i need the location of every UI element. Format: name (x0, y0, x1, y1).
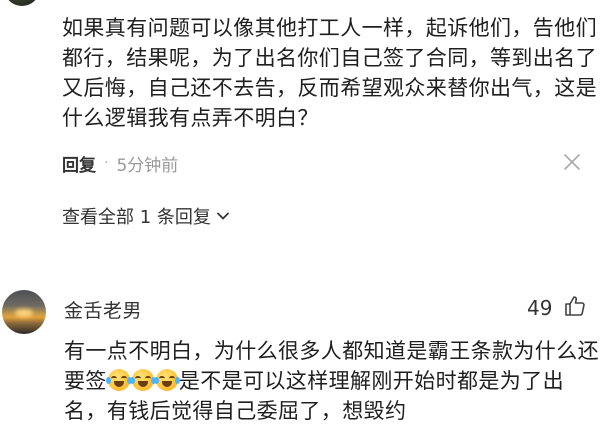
comment-body: 如果真有问题可以像其他打工人一样，起诉他们，告他们 都行，结果呢，为了出名你们自… (62, 13, 597, 133)
comment-line: 要签 是不是可以这样理解刚开始时都是为了出 (64, 366, 599, 396)
timestamp: 5分钟前 (116, 155, 179, 176)
sunset-image (15, 309, 33, 317)
reply-button[interactable]: 回复 (62, 151, 96, 176)
comment-body: 有一点不明白，为什么很多人都知道是霸王条款为什么还 要签 是不是可以这样理解刚开始… (64, 336, 599, 426)
close-icon[interactable] (562, 152, 582, 172)
comment-line: 都行，结果呢，为了出名你们自己签了合同，等到出名了 (62, 46, 597, 70)
chevron-down-icon (217, 212, 229, 220)
comment-text-segment: 要签 (64, 369, 107, 393)
meta-separator: · (104, 155, 109, 171)
laugh-cry-emoji-icon (153, 369, 180, 391)
comment-line: 有一点不明白，为什么很多人都知道是霸王条款为什么还 (64, 339, 599, 363)
like-count: 49 (527, 296, 553, 320)
comment-meta: 回复 · 5分钟前 (62, 151, 179, 176)
avatar[interactable] (4, 0, 40, 6)
comment-text-segment: 是不是可以这样理解刚开始时都是为了出 (178, 369, 565, 393)
comment-line: 又后悔，自己还不去告，反而希望观众来替你出气，这是 (62, 76, 597, 100)
username[interactable]: 金舌老男 (64, 296, 142, 323)
comment-line: 如果真有问题可以像其他打工人一样，起诉他们，告他们 (62, 16, 597, 40)
comment-line: 什么逻辑我有点弄不明白？ (62, 106, 319, 130)
laugh-cry-emoji-icon (105, 369, 132, 391)
thumbs-up-icon[interactable] (563, 294, 587, 318)
laugh-cry-emoji-icon (129, 369, 156, 391)
view-all-replies-button[interactable]: 查看全部 1 条回复 (62, 203, 231, 229)
comment-line: 名，有钱后觉得自己委屈了，想毁约 (64, 399, 407, 423)
view-all-replies-label: 查看全部 1 条回复 (62, 207, 211, 228)
avatar[interactable] (2, 290, 46, 334)
